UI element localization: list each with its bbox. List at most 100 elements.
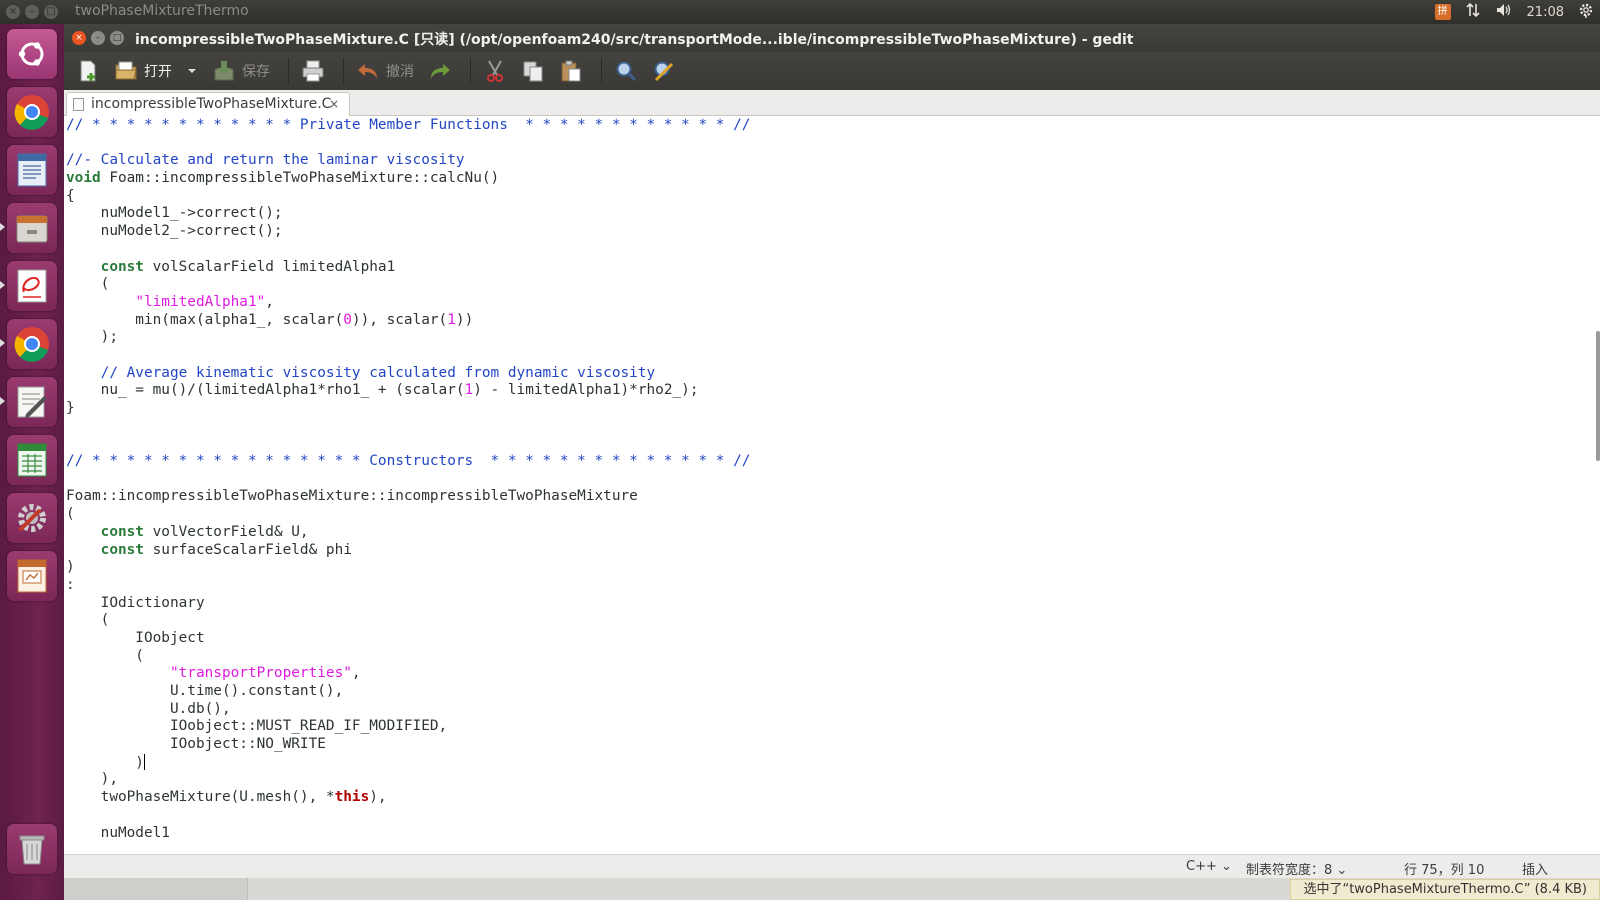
- libreoffice-calc-icon[interactable]: [7, 435, 57, 485]
- document-tab-bar: incompressibleTwoPhaseMixture.C ×: [64, 90, 1600, 116]
- chevron-down-icon: ⌄: [1336, 863, 1348, 878]
- code-token: 1: [447, 311, 456, 328]
- code-line: // Average kinematic viscosity calculate…: [66, 365, 750, 383]
- window-close-icon[interactable]: ×: [72, 31, 86, 45]
- search-icon: [616, 61, 637, 82]
- scrollbar-thumb[interactable]: [1596, 331, 1600, 461]
- paste-button[interactable]: [555, 56, 587, 86]
- maximize-icon[interactable]: □: [44, 5, 58, 19]
- libreoffice-impress-icon[interactable]: [7, 551, 57, 601]
- tab-close-icon[interactable]: ×: [329, 93, 339, 115]
- code-line: const volVectorField& U,: [66, 524, 750, 542]
- code-line: IOobject::MUST_READ_IF_MODIFIED,: [66, 718, 750, 736]
- close-icon[interactable]: ×: [6, 5, 20, 19]
- code-token: ,: [351, 665, 361, 682]
- code-token: twoPhaseMixture(U.mesh(), *: [66, 789, 335, 806]
- file-icon: [73, 98, 84, 111]
- network-icon[interactable]: [1465, 2, 1481, 22]
- print-button[interactable]: [297, 56, 329, 86]
- code-token: {: [66, 187, 75, 204]
- chrome-icon-2[interactable]: [7, 319, 57, 369]
- search-button[interactable]: [610, 56, 642, 86]
- clock[interactable]: 21:08: [1527, 5, 1564, 20]
- code-line: :: [66, 577, 750, 595]
- code-token: U.time().constant(),: [66, 683, 344, 699]
- undo-label: 撤消: [386, 64, 414, 80]
- gedit-window: × – □ incompressibleTwoPhaseMixture.C [只…: [64, 24, 1600, 900]
- ubuntu-home-icon[interactable]: [7, 29, 57, 79]
- redo-button[interactable]: [424, 56, 456, 86]
- gear-icon[interactable]: [1578, 2, 1594, 22]
- document-viewer-icon[interactable]: [7, 261, 57, 311]
- code-line: //- Calculate and return the laminar vis…: [66, 152, 750, 170]
- code-token: volVectorField& U,: [143, 523, 309, 540]
- language-selector[interactable]: C++ ⌄: [1186, 859, 1232, 874]
- cut-button[interactable]: [479, 56, 511, 86]
- code-token: nuModel1: [66, 824, 170, 841]
- text-editor-icon[interactable]: [7, 377, 57, 427]
- window-minimize-icon[interactable]: –: [91, 31, 105, 45]
- code-token: U.db(),: [66, 700, 231, 717]
- language-label: C++: [1186, 859, 1217, 874]
- open-button[interactable]: 打开: [110, 56, 176, 86]
- toolbar: 打开 保存 撤消: [64, 52, 1600, 90]
- code-line: Foam::incompressibleTwoPhaseMixture::inc…: [66, 488, 750, 506]
- minimize-icon[interactable]: –: [25, 5, 39, 19]
- tab-width-selector[interactable]: 制表符宽度：8 ⌄: [1246, 859, 1347, 878]
- code-line: (: [66, 506, 750, 524]
- printer-icon: [302, 60, 324, 82]
- code-line: const surfaceScalarField& phi: [66, 542, 750, 560]
- code-editor[interactable]: // * * * * * * * * * * * * Private Membe…: [64, 116, 1600, 854]
- open-folder-icon: [115, 61, 137, 80]
- code-token: IOdictionary: [66, 594, 205, 611]
- paste-icon: [561, 60, 581, 82]
- selection-notification: 选中了“twoPhaseMixtureThermo.C” (8.4 KB): [1290, 879, 1600, 900]
- window-titlebar: × – □ incompressibleTwoPhaseMixture.C [只…: [64, 24, 1600, 52]
- code-line: IOobject: [66, 630, 750, 648]
- file-manager-icon[interactable]: [7, 203, 57, 253]
- code-token: ): [66, 754, 144, 771]
- new-document-button[interactable]: [72, 56, 104, 86]
- open-dropdown-button[interactable]: [182, 56, 202, 86]
- code-token: volScalarField limitedAlpha1: [143, 258, 396, 275]
- code-line: // * * * * * * * * * * * * Private Membe…: [66, 117, 750, 135]
- copy-button[interactable]: [517, 56, 549, 86]
- cursor-position: 行 75，列 10: [1404, 863, 1485, 878]
- undo-button[interactable]: 撤消: [352, 56, 418, 86]
- vertical-scrollbar[interactable]: [1594, 116, 1600, 854]
- code-line: "limitedAlpha1",: [66, 294, 750, 312]
- code-line: (: [66, 648, 750, 666]
- chrome-icon[interactable]: [7, 87, 57, 137]
- bottom-strip: 选中了“twoPhaseMixtureThermo.C” (8.4 KB): [64, 878, 1600, 900]
- document-tab[interactable]: incompressibleTwoPhaseMixture.C ×: [66, 92, 350, 116]
- code-token: Foam::incompressibleTwoPhaseMixture::cal…: [100, 170, 500, 187]
- save-button[interactable]: 保存: [208, 56, 274, 86]
- system-settings-icon[interactable]: [7, 493, 57, 543]
- window-maximize-icon[interactable]: □: [110, 31, 124, 45]
- code-token: }: [66, 400, 75, 416]
- search-replace-button[interactable]: [648, 56, 680, 86]
- keyboard-input-icon[interactable]: 拼: [1434, 4, 1451, 20]
- code-line: void Foam::incompressibleTwoPhaseMixture…: [66, 170, 750, 188]
- code-line: }: [66, 400, 750, 418]
- toolbar-separator: [470, 58, 471, 84]
- code-line: IOdictionary: [66, 595, 750, 613]
- volume-icon[interactable]: [1495, 2, 1513, 22]
- chevron-down-icon: [188, 69, 196, 73]
- libreoffice-writer-icon[interactable]: [7, 145, 57, 195]
- code-token: )): [455, 311, 474, 328]
- code-token: //- Calculate and return the laminar vis…: [66, 152, 465, 169]
- open-label: 打开: [144, 64, 172, 80]
- code-token: nuModel1_->correct();: [66, 205, 283, 222]
- code-token: "transportProperties": [169, 665, 352, 682]
- trash-icon[interactable]: [7, 824, 57, 874]
